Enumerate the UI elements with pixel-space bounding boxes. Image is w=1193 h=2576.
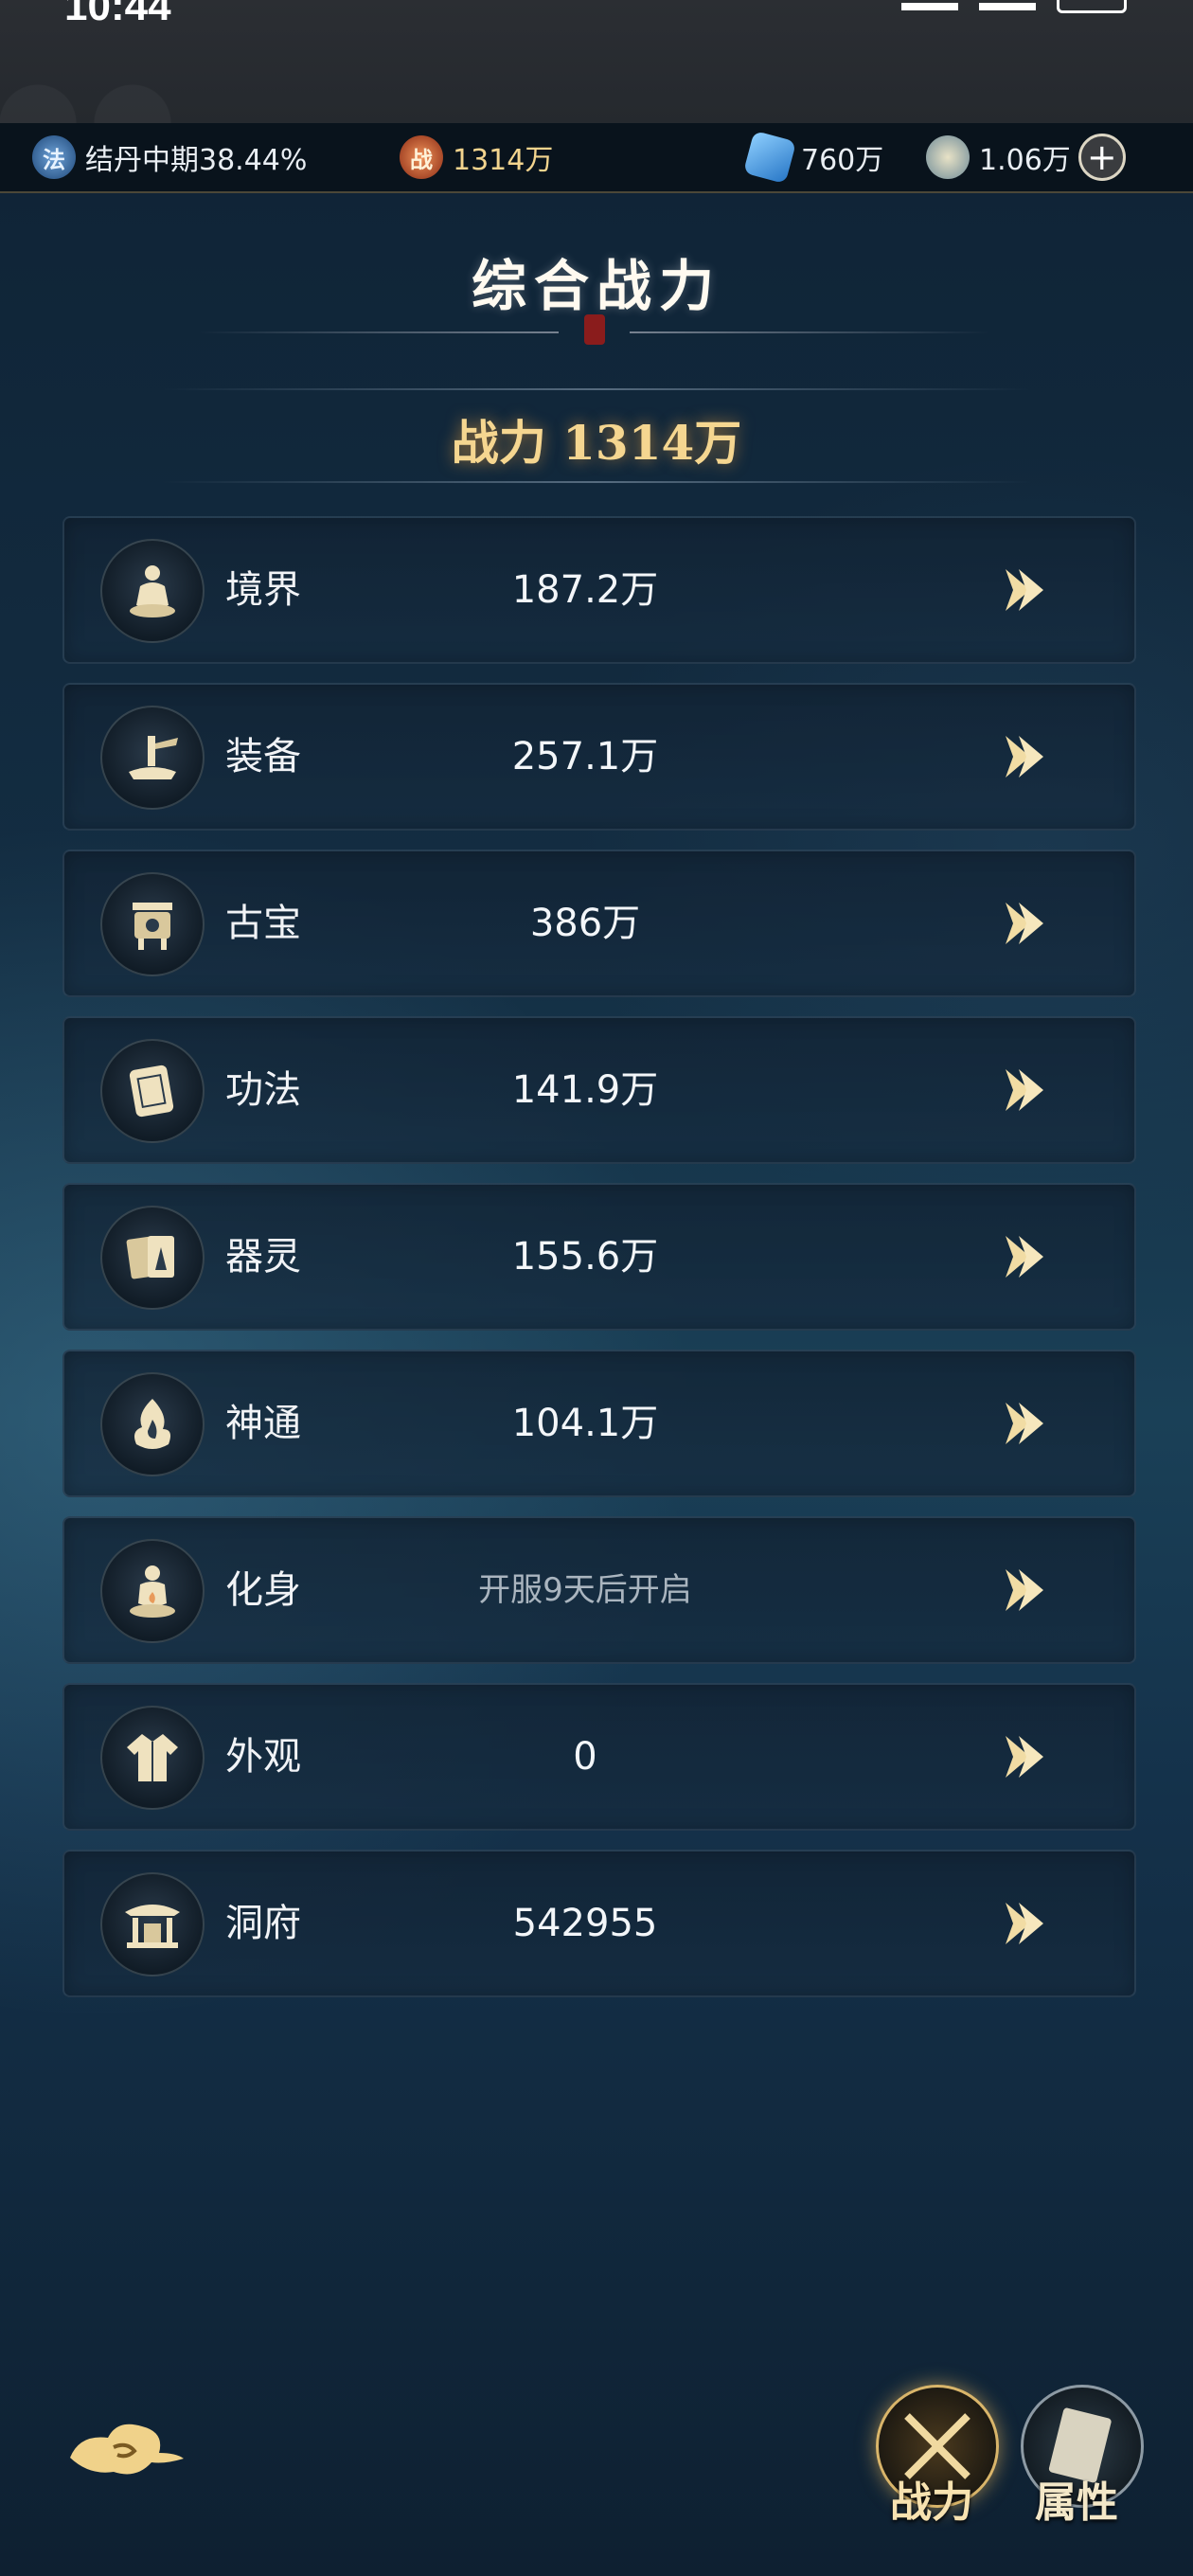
cave-pavilion-icon [100,1872,205,1977]
status-indicators [901,0,1127,13]
row-label: 功法 [225,1068,301,1112]
row-label: 器灵 [225,1235,301,1279]
row-value-locked: 开服9天后开启 [478,1571,692,1609]
row-label: 古宝 [225,902,301,945]
row-label: 境界 [225,568,301,612]
status-bar: 10:44 [0,0,1193,123]
row-value: 386万 [529,902,641,945]
spirit-stone-value: 760万 [801,144,884,177]
coin-icon [926,135,970,179]
row-value: 141.9万 [511,1068,659,1112]
title-divider-left [199,331,559,333]
band-line-top [161,388,1032,390]
row-value: 187.2万 [511,568,659,612]
tab-attributes-label[interactable]: 属性 [1035,2468,1118,2529]
flame-spirit-icon [100,1372,205,1476]
seal-icon [584,314,605,345]
chevron-right-icon[interactable] [992,728,1049,785]
row-value: 0 [573,1735,597,1779]
total-power-value: 1314万 [562,415,742,471]
battery-icon [1057,0,1127,13]
robe-icon [100,1706,205,1810]
row-label: 神通 [225,1402,301,1445]
meditating-figure-icon [100,539,205,643]
title-divider-right [630,331,989,333]
coin-resource[interactable]: 1.06万 + [926,123,1126,191]
signal-icon [901,0,958,10]
chevron-right-icon[interactable] [992,1062,1049,1118]
list-item-divine-power[interactable]: 神通 104.1万 [62,1350,1136,1497]
row-label: 洞府 [225,1902,301,1945]
power-resource-value: 1314万 [453,144,554,177]
band-line-bottom [161,481,1032,483]
power-icon: 战 [400,135,443,179]
chevron-right-icon[interactable] [992,1728,1049,1785]
row-value: 155.6万 [511,1235,659,1279]
resource-bar: 法 结丹中期38.44% 战 1314万 760万 1.06万 + [0,123,1193,193]
power-resource[interactable]: 战 1314万 [400,123,553,191]
weapon-equipment-icon [100,706,205,810]
spirit-stone-icon [742,130,797,185]
list-item-artifact-spirit[interactable]: 器灵 155.6万 [62,1183,1136,1331]
chevron-right-icon[interactable] [992,895,1049,952]
row-value: 542955 [512,1902,658,1945]
tab-power-label[interactable]: 战力 [890,2468,973,2529]
add-currency-icon[interactable]: + [1077,134,1126,181]
row-label: 化身 [225,1568,301,1612]
list-item-appearance[interactable]: 外观 0 [62,1683,1136,1831]
chevron-right-icon[interactable] [992,1228,1049,1285]
row-value: 257.1万 [511,735,659,778]
list-item-equipment[interactable]: 装备 257.1万 [62,683,1136,831]
list-item-cultivation-method[interactable]: 功法 141.9万 [62,1016,1136,1164]
chevron-right-icon[interactable] [992,1895,1049,1952]
realm-progress[interactable]: 法 结丹中期38.44% [32,123,307,191]
list-item-cave-dwelling[interactable]: 洞府 542955 [62,1850,1136,1997]
signal-icon-2 [979,0,1036,10]
bronze-cauldron-icon [100,872,205,976]
list-item-ancient-treasure[interactable]: 古宝 386万 [62,850,1136,997]
scroll-book-icon [100,1039,205,1143]
spirit-stone-resource[interactable]: 760万 [742,123,884,191]
cloud-back-icon[interactable] [61,2406,193,2491]
realm-text: 结丹中期38.44% [85,144,308,177]
total-power-label: 战力 [451,415,546,471]
chevron-right-icon[interactable] [992,562,1049,618]
page-title: 综合战力 [471,254,721,318]
spirit-cards-icon [100,1206,205,1310]
realm-icon: 法 [32,135,76,179]
coin-value: 1.06万 [979,144,1071,177]
chevron-right-icon[interactable] [992,1562,1049,1619]
avatar-figure-icon [100,1539,205,1643]
row-label: 外观 [225,1735,301,1779]
status-time: 10:44 [64,0,171,29]
total-power-band: 战力 1314万 [161,388,1032,483]
list-item-avatar[interactable]: 化身 开服9天后开启 [62,1516,1136,1664]
row-value: 104.1万 [511,1402,659,1445]
total-power: 战力 1314万 [161,405,1032,474]
row-label: 装备 [225,735,301,778]
chevron-right-icon[interactable] [992,1395,1049,1452]
list-item-realm[interactable]: 境界 187.2万 [62,516,1136,664]
